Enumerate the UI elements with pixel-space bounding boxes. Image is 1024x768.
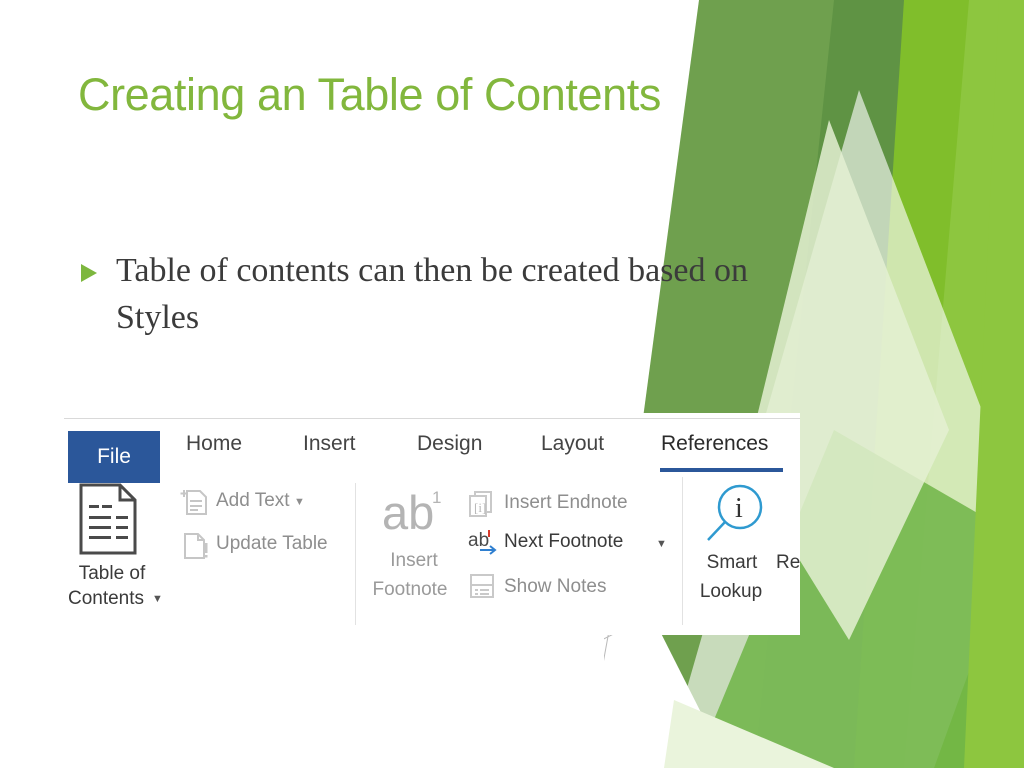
- insert-footnote-label-line2: Footnote: [372, 579, 448, 600]
- slide-canvas: Creating an Table of Contents Table of c…: [0, 0, 1024, 768]
- tab-references[interactable]: References: [661, 432, 768, 456]
- tab-insert[interactable]: Insert: [303, 432, 356, 456]
- ribbon-group-separator-1: [355, 483, 356, 625]
- insert-footnote-label-line1: Insert: [390, 550, 438, 571]
- slide-body: Table of contents can then be created ba…: [78, 248, 778, 342]
- add-text-icon: [180, 487, 210, 517]
- slide-title: Creating an Table of Contents: [78, 69, 661, 120]
- update-table-command: Update Table: [216, 533, 328, 555]
- ribbon-group-separator-2: [682, 477, 683, 625]
- ribbon-top-divider: [64, 418, 800, 419]
- truncated-research-label: Re: [776, 552, 800, 573]
- insert-footnote-icon: ab 1: [382, 485, 448, 539]
- tab-layout[interactable]: Layout: [541, 432, 604, 456]
- document-list-icon[interactable]: [78, 483, 140, 555]
- triangle-bullet-icon: [78, 262, 102, 284]
- show-notes-label: Show Notes: [504, 576, 607, 597]
- show-notes-icon: [469, 573, 497, 601]
- update-table-label: Update Table: [216, 533, 328, 554]
- ribbon-tab-strip: File Home Insert Design Layout Reference…: [64, 422, 800, 483]
- svg-text:[i]: [i]: [474, 500, 486, 515]
- next-footnote-icon: ab: [468, 528, 500, 556]
- smart-lookup-label-line1[interactable]: Smart: [689, 549, 775, 577]
- list-item: Table of contents can then be created ba…: [78, 248, 778, 342]
- svg-text:ab: ab: [382, 486, 434, 539]
- next-footnote-label[interactable]: Next Footnote: [504, 531, 623, 552]
- svg-text:1: 1: [432, 488, 441, 507]
- bullet-text: Table of contents can then be created ba…: [116, 252, 749, 336]
- add-text-dropdown-caret-icon: ▼: [294, 495, 305, 508]
- update-table-icon: [180, 531, 210, 561]
- insert-endnote-label: Insert Endnote: [504, 492, 628, 513]
- add-text-label: Add Text: [216, 490, 290, 511]
- tab-references-active-indicator: [660, 468, 783, 472]
- tab-file[interactable]: File: [68, 431, 160, 483]
- insert-endnote-icon: [i]: [469, 491, 497, 517]
- svg-text:ab: ab: [468, 530, 489, 551]
- show-notes-command: Show Notes: [504, 576, 606, 598]
- smart-lookup-magnifier-icon[interactable]: i: [704, 483, 766, 549]
- table-of-contents-button-label-line2[interactable]: Contents: [64, 585, 152, 613]
- add-text-command: Add Text ▼: [216, 490, 305, 512]
- insert-endnote-command: Insert Endnote: [504, 492, 628, 514]
- smart-lookup-label-line2[interactable]: Lookup: [688, 578, 774, 606]
- word-ribbon-image: File Home Insert Design Layout Reference…: [64, 413, 800, 635]
- table-of-contents-button-label-line1[interactable]: Table of: [66, 560, 158, 588]
- next-footnote-dropdown-caret-icon[interactable]: ▼: [656, 538, 667, 550]
- tab-home[interactable]: Home: [186, 432, 242, 456]
- svg-text:i: i: [735, 493, 743, 524]
- table-of-contents-dropdown-caret-icon[interactable]: ▼: [152, 593, 163, 605]
- next-footnote-command[interactable]: Next Footnote: [504, 531, 623, 553]
- tab-design[interactable]: Design: [417, 432, 482, 456]
